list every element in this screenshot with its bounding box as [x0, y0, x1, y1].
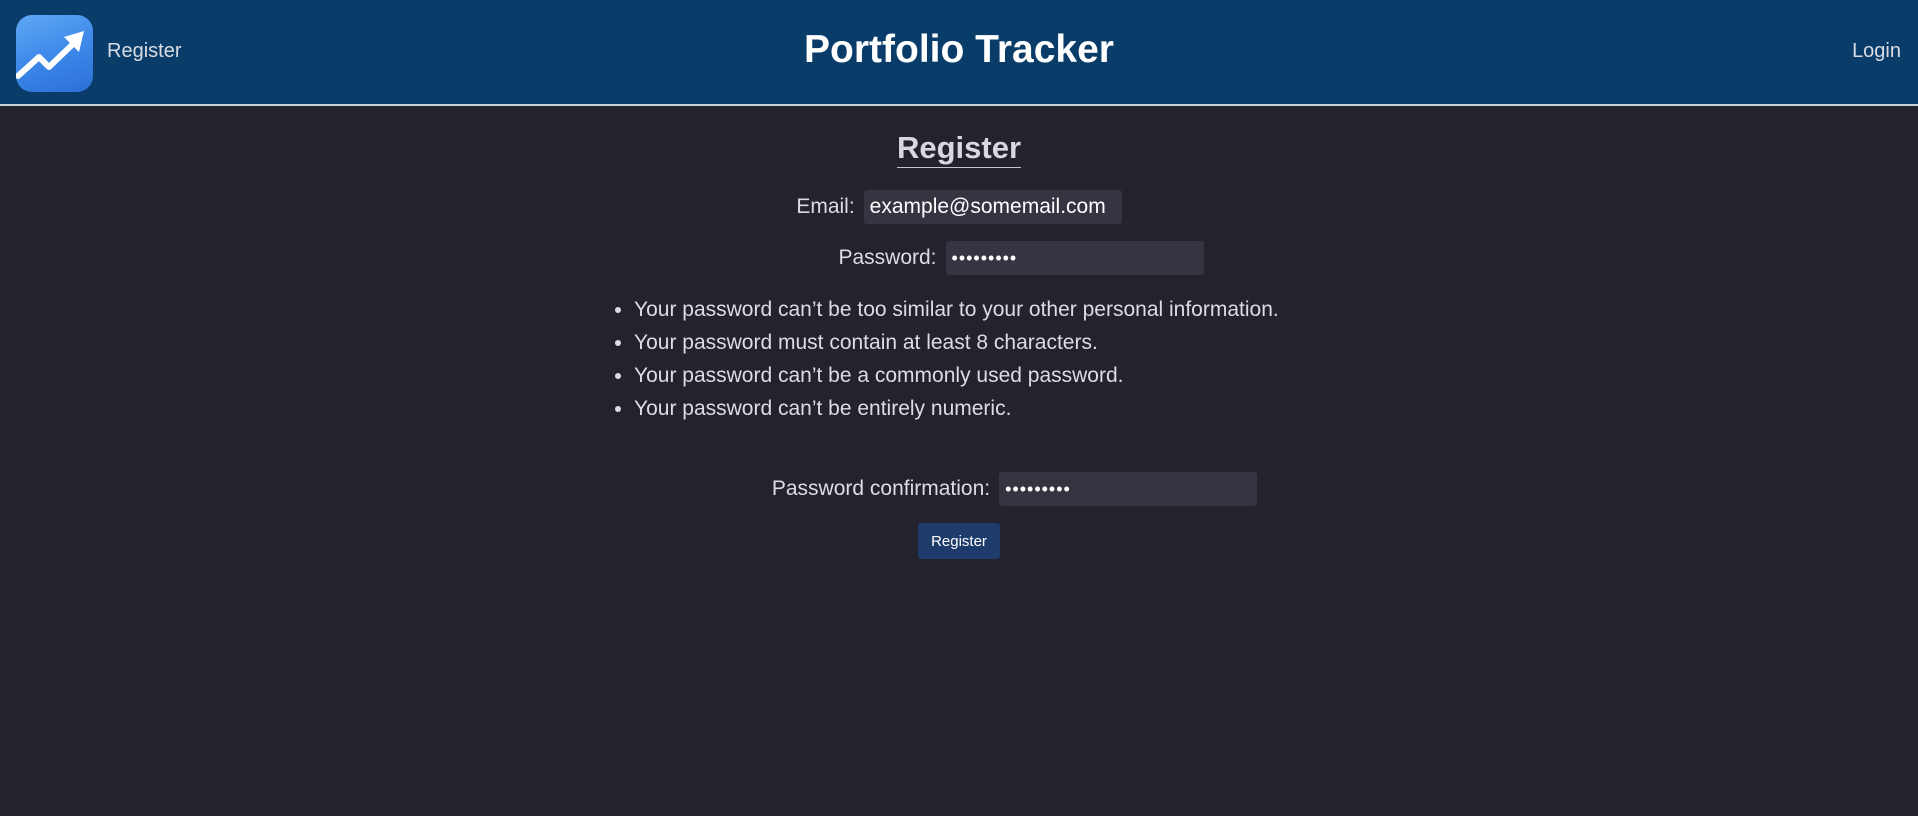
confirm-password-label: Password confirmation:	[771, 477, 991, 500]
site-title: Portfolio Tracker	[804, 28, 1114, 71]
navbar: Register Portfolio Tracker Login	[0, 0, 1918, 106]
email-field[interactable]	[863, 190, 1122, 224]
password-row: Password:	[0, 241, 1918, 275]
help-item: Your password can’t be a commonly used p…	[634, 359, 1279, 392]
email-row: Email:	[0, 190, 1918, 224]
help-item: Your password must contain at least 8 ch…	[634, 326, 1279, 359]
confirm-password-field[interactable]	[999, 472, 1258, 506]
email-label: Email:	[796, 195, 855, 218]
password-label: Password:	[838, 246, 937, 269]
help-item: Your password can’t be entirely numeric.	[634, 392, 1279, 425]
register-submit-button[interactable]: Register	[918, 523, 1000, 559]
password-help-list: Your password can’t be too similar to yo…	[634, 293, 1279, 425]
help-item: Your password can’t be too similar to yo…	[634, 293, 1279, 326]
confirm-row: Password confirmation:	[0, 472, 1918, 506]
nav-login-link[interactable]: Login	[1852, 40, 1901, 63]
page-title-container: Register	[0, 130, 1918, 168]
password-field[interactable]	[945, 241, 1204, 275]
page-title: Register	[896, 130, 1022, 168]
submit-wrap: Register	[0, 523, 1918, 559]
